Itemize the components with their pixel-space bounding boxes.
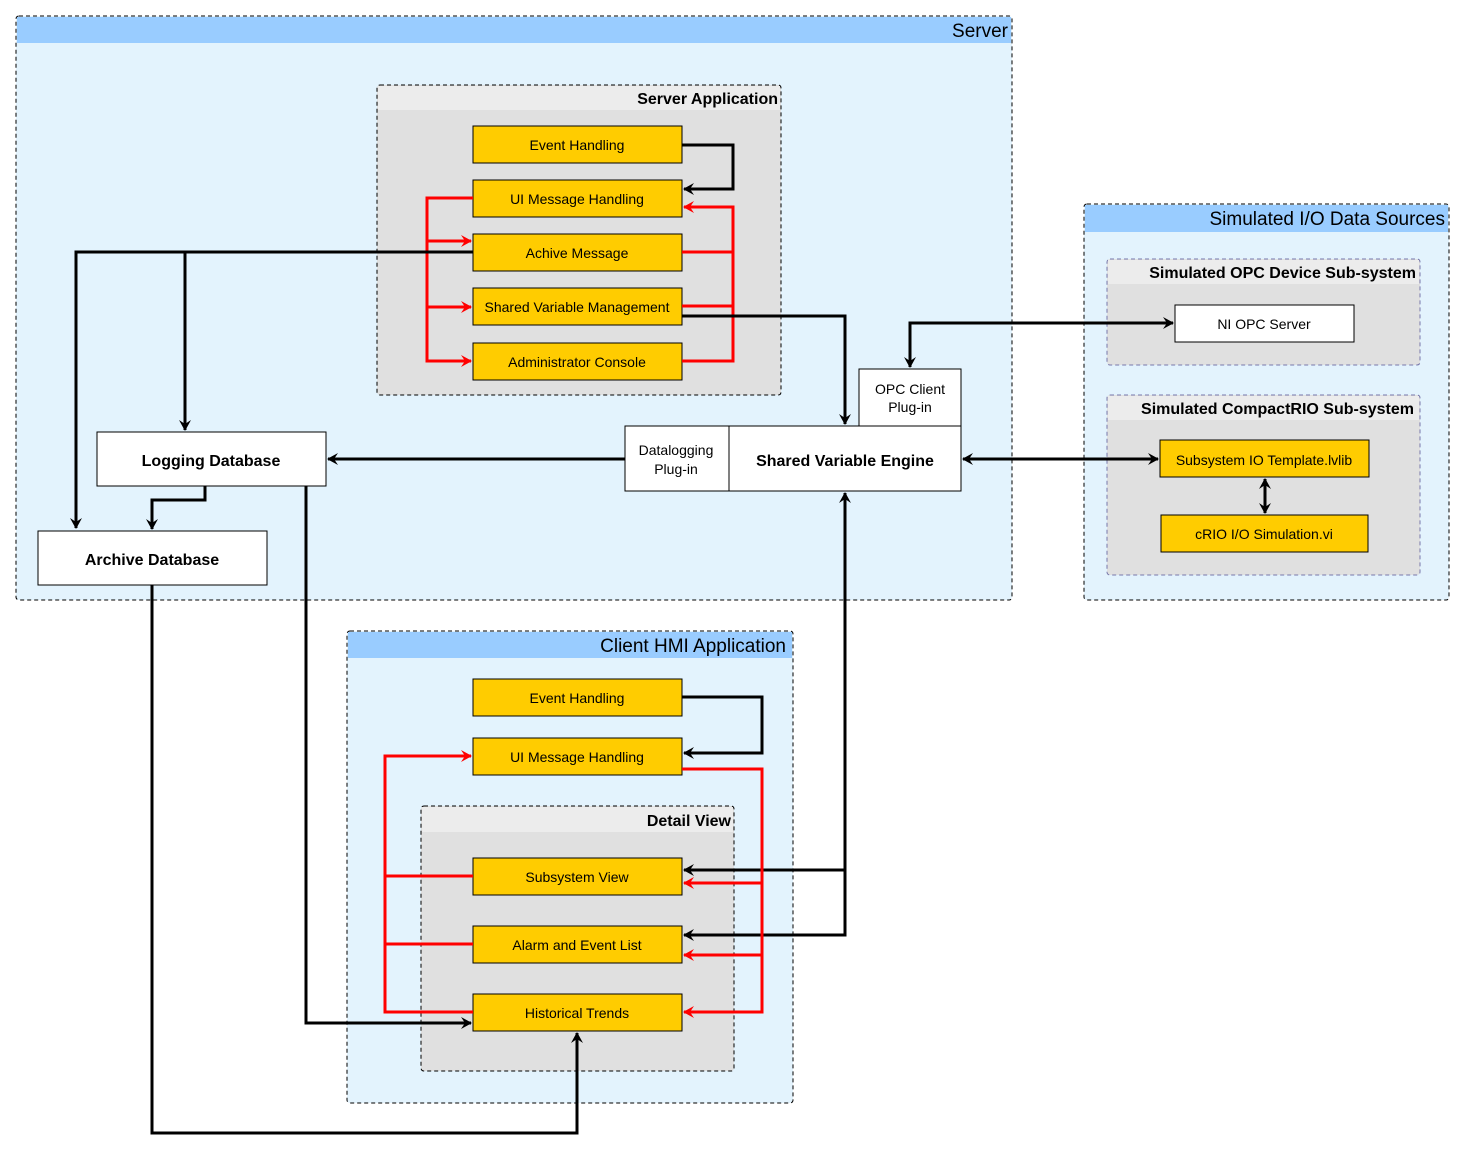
detail-view-group: Detail View Subsystem View Alarm and Eve… <box>420 805 735 1072</box>
historical-trends[interactable]: Historical Trends <box>472 993 683 1032</box>
crio-subsystem-title: Simulated CompactRIO Sub-system <box>1141 401 1414 418</box>
client-ui-message-handling[interactable]: UI Message Handling <box>472 737 683 776</box>
svg-text:Historical Trends: Historical Trends <box>525 1005 629 1021</box>
svg-text:Administrator Console: Administrator Console <box>508 354 646 370</box>
shared-variable-engine[interactable]: Shared Variable Engine <box>728 425 962 492</box>
svg-text:Plug-in: Plug-in <box>888 399 932 415</box>
svg-text:Subsystem IO Template.lvlib: Subsystem IO Template.lvlib <box>1176 452 1353 468</box>
server-event-handling[interactable]: Event Handling <box>472 125 683 164</box>
svg-text:Shared Variable Management: Shared Variable Management <box>485 299 670 315</box>
svg-text:Event Handling: Event Handling <box>530 137 625 153</box>
server-administrator-console[interactable]: Administrator Console <box>472 342 683 381</box>
opc-subsystem-group: Simulated OPC Device Sub-system NI OPC S… <box>1106 258 1421 366</box>
logging-database[interactable]: Logging Database <box>96 431 327 487</box>
svg-text:Plug-in: Plug-in <box>654 461 698 477</box>
svg-text:Archive Database: Archive Database <box>85 552 219 569</box>
server-achive-message[interactable]: Achive Message <box>472 233 683 272</box>
io-sources-title: Simulated I/O Data Sources <box>1210 209 1446 230</box>
svg-text:UI Message Handling: UI Message Handling <box>510 749 644 765</box>
ni-opc-server[interactable]: NI OPC Server <box>1174 304 1355 343</box>
client-event-handling[interactable]: Event Handling <box>472 678 683 717</box>
server-ui-message-handling[interactable]: UI Message Handling <box>472 179 683 218</box>
server-application-title: Server Application <box>637 91 778 108</box>
subsystem-io-template[interactable]: Subsystem IO Template.lvlib <box>1159 439 1370 478</box>
svg-text:OPC Client: OPC Client <box>875 381 945 397</box>
svg-text:cRIO I/O Simulation.vi: cRIO I/O Simulation.vi <box>1195 526 1333 542</box>
server-shared-variable-management[interactable]: Shared Variable Management <box>472 287 683 326</box>
datalogging-plugin[interactable]: Datalogging Plug-in <box>624 425 730 492</box>
svg-text:UI Message Handling: UI Message Handling <box>510 191 644 207</box>
svg-text:Datalogging: Datalogging <box>639 442 714 458</box>
server-title: Server <box>952 21 1009 42</box>
svg-text:Logging Database: Logging Database <box>142 453 281 470</box>
svg-text:Subsystem View: Subsystem View <box>525 869 629 885</box>
svg-text:Alarm and Event List: Alarm and Event List <box>512 937 641 953</box>
opc-client-plugin[interactable]: OPC Client Plug-in <box>858 368 962 427</box>
alarm-and-event-list[interactable]: Alarm and Event List <box>472 925 683 964</box>
client-hmi-title: Client HMI Application <box>600 636 786 657</box>
svg-text:Event Handling: Event Handling <box>530 690 625 706</box>
svg-text:Shared Variable Engine: Shared Variable Engine <box>756 453 934 470</box>
svg-text:Achive Message: Achive Message <box>526 245 629 261</box>
crio-io-simulation[interactable]: cRIO I/O Simulation.vi <box>1160 514 1369 553</box>
detail-view-title: Detail View <box>647 813 732 830</box>
archive-database[interactable]: Archive Database <box>37 530 268 586</box>
subsystem-view[interactable]: Subsystem View <box>472 857 683 896</box>
architecture-diagram: Server Server Application Event Handling… <box>15 15 1450 1135</box>
svg-text:NI OPC Server: NI OPC Server <box>1217 316 1311 332</box>
opc-subsystem-title: Simulated OPC Device Sub-system <box>1149 265 1416 282</box>
